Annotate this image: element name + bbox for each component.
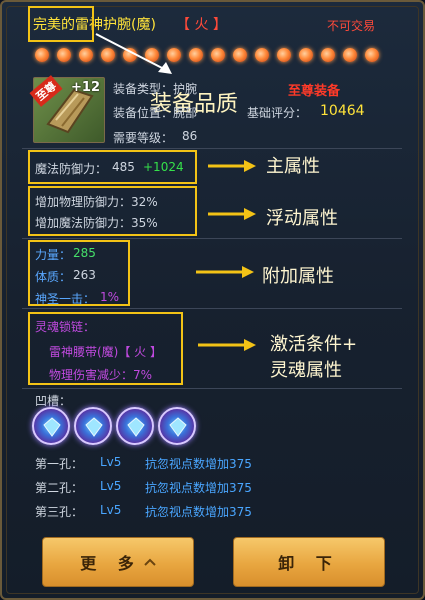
extra-divider	[22, 308, 402, 309]
tier-label: 至尊装备	[288, 84, 341, 99]
socket-row-3-hole: 第三孔：	[35, 505, 84, 519]
socket-gem-4[interactable]	[158, 407, 196, 445]
star-bead-icon	[277, 48, 291, 62]
item-element-tag: 【 火 】	[176, 17, 227, 33]
main-stat-label: 魔法防御力：	[35, 162, 108, 176]
float-stats-arrow	[208, 208, 256, 220]
gem-icon	[127, 417, 145, 437]
float-stats-annotation: 浮动属性	[266, 208, 338, 229]
base-score-label: 基础评分：	[247, 106, 308, 120]
socket-row-1-effect: 抗忽视点数增加375	[145, 457, 252, 471]
float-stat-1: 增加物理防御力：32%	[35, 195, 158, 209]
star-bead-icon	[35, 48, 49, 62]
float-stat-2: 增加魔法防御力：35%	[35, 216, 158, 230]
unequip-button[interactable]: 卸 下	[233, 537, 385, 587]
quality-highlight-box	[28, 6, 94, 42]
star-bead-icon	[321, 48, 335, 62]
quality-arrow	[95, 33, 172, 74]
socket-row-2-hole: 第二孔：	[35, 481, 84, 495]
soul-lock-annotation-line1: 激活条件+	[270, 334, 358, 355]
base-score-value: 10464	[320, 103, 365, 119]
soul-lock-condition: 雷神腰带(魔)【 火 】	[49, 345, 162, 359]
socket-row-3-level: Lv5	[100, 503, 122, 517]
float-divider	[22, 238, 402, 239]
extra-stat-1-value: 285	[73, 246, 96, 260]
required-level-value: 86	[182, 129, 198, 143]
soul-divider	[22, 388, 402, 389]
socket-gem-1[interactable]	[32, 407, 70, 445]
trade-status: 不可交易	[327, 19, 376, 33]
star-bead-icon	[79, 48, 93, 62]
extra-stats-annotation: 附加属性	[262, 266, 334, 287]
socket-row-2-level: Lv5	[100, 479, 122, 493]
main-stat-annotation: 主属性	[266, 156, 320, 177]
star-bead-icon	[299, 48, 313, 62]
soul-lock-attribute: 物理伤害减少：7%	[49, 368, 153, 382]
star-bead-icon	[233, 48, 247, 62]
unequip-button-label: 卸 下	[278, 554, 340, 573]
more-button-label: 更 多	[80, 554, 142, 573]
required-level-label: 需要等级：	[113, 131, 174, 145]
header-divider	[22, 148, 402, 149]
more-button[interactable]: 更 多	[42, 537, 194, 587]
chevron-up-icon	[144, 558, 156, 566]
gem-icon	[169, 417, 187, 437]
item-icon: 至尊 +12	[29, 75, 105, 143]
extra-stat-1-label: 力量：	[35, 248, 72, 262]
soul-lock-arrow	[198, 339, 256, 351]
star-bead-icon	[255, 48, 269, 62]
equip-position: 装备位置：腕部	[113, 106, 198, 120]
socket-row-1-level: Lv5	[100, 455, 122, 469]
extra-stat-3-label: 神圣一击：	[35, 292, 96, 306]
extra-stat-2-value: 263	[73, 268, 96, 282]
soul-lock-title: 灵魂锁链：	[35, 320, 96, 334]
star-bead-icon	[343, 48, 357, 62]
star-bead-icon	[365, 48, 379, 62]
extra-stat-3-value: 1%	[100, 290, 120, 304]
socket-gem-3[interactable]	[116, 407, 154, 445]
gem-icon	[85, 417, 103, 437]
enhance-level: +12	[71, 80, 100, 95]
main-stat-bonus: +1024	[143, 160, 184, 174]
socket-row-3-effect: 抗忽视点数增加375	[145, 505, 252, 519]
socket-row-2-effect: 抗忽视点数增加375	[145, 481, 252, 495]
star-bead-icon	[57, 48, 71, 62]
socket-row-1-hole: 第一孔：	[35, 457, 84, 471]
star-bead-icon	[189, 48, 203, 62]
extra-stat-2-label: 体质：	[35, 270, 72, 284]
main-stat-base: 485	[112, 160, 135, 174]
soul-lock-annotation-line2: 灵魂属性	[270, 360, 342, 381]
main-stat-arrow	[208, 160, 256, 172]
gem-icon	[43, 417, 61, 437]
star-bead-icon	[211, 48, 225, 62]
socket-gem-2[interactable]	[74, 407, 112, 445]
extra-stats-arrow	[196, 266, 254, 278]
